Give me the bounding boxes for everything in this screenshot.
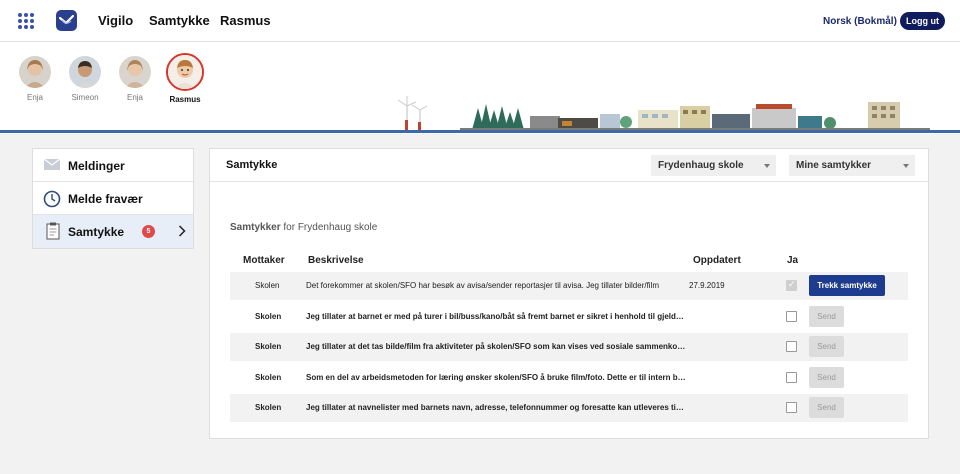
consent-checkbox[interactable] bbox=[786, 279, 797, 291]
sidebar: Meldinger Melde fravær Samtykke 5 bbox=[32, 148, 194, 249]
consent-checkbox[interactable] bbox=[786, 311, 797, 322]
avatar bbox=[69, 56, 101, 88]
avatar-selected bbox=[166, 53, 204, 91]
child-selector-rasmus[interactable]: Rasmus bbox=[164, 53, 206, 104]
consent-checkbox[interactable] bbox=[786, 372, 797, 383]
table-row: Skolen Det forekommer at skolen/SFO har … bbox=[230, 272, 908, 300]
column-header-description: Beskrivelse bbox=[308, 255, 364, 266]
column-header-updated: Oppdatert bbox=[693, 255, 741, 266]
sidebar-item-samtykke[interactable]: Samtykke 5 bbox=[33, 215, 193, 248]
send-button[interactable]: Send bbox=[809, 397, 844, 418]
school-select-value: Frydenhaug skole bbox=[658, 160, 744, 171]
vigilo-logo[interactable] bbox=[56, 10, 77, 31]
sidebar-item-label: Samtykke bbox=[68, 225, 125, 239]
avatar bbox=[119, 56, 151, 88]
caret-down-icon bbox=[764, 164, 770, 168]
nav-samtykke[interactable]: Samtykke bbox=[149, 13, 210, 28]
school-select[interactable]: Frydenhaug skole bbox=[651, 155, 776, 176]
panel-header: Samtykke Frydenhaug skole Mine samtykker bbox=[210, 149, 928, 182]
city-skyline-illustration bbox=[397, 96, 930, 130]
clipboard-icon bbox=[46, 222, 60, 243]
consent-checkbox[interactable] bbox=[786, 341, 797, 352]
language-selector[interactable]: Norsk (Bokmål) bbox=[823, 16, 897, 27]
envelope-icon bbox=[43, 157, 61, 174]
table-row: Skolen Som en del av arbeidsmetoden for … bbox=[230, 364, 908, 392]
consent-checkbox[interactable] bbox=[786, 402, 797, 413]
row-description: Jeg tillater at det tas bilde/film fra a… bbox=[306, 342, 686, 351]
row-recipient: Skolen bbox=[255, 373, 282, 382]
send-button[interactable]: Send bbox=[809, 367, 844, 388]
child-name: Simeon bbox=[71, 93, 99, 102]
sidebar-item-melde-fravaer[interactable]: Melde fravær bbox=[33, 182, 193, 215]
child-selector-simeon[interactable]: Simeon bbox=[65, 56, 105, 102]
row-recipient: Skolen bbox=[255, 403, 282, 412]
send-button[interactable]: Send bbox=[809, 306, 844, 327]
row-description: Det forekommer at skolen/SFO har besøk a… bbox=[306, 281, 660, 290]
consent-panel: Samtykke Frydenhaug skole Mine samtykker… bbox=[209, 148, 929, 439]
sidebar-item-label: Meldinger bbox=[68, 159, 125, 173]
send-button[interactable]: Send bbox=[809, 336, 844, 357]
row-recipient: Skolen bbox=[255, 342, 282, 351]
apps-grid-icon[interactable] bbox=[18, 13, 34, 29]
sidebar-item-label: Melde fravær bbox=[68, 192, 143, 206]
section-subtitle: Samtykker for Frydenhaug skole bbox=[230, 222, 378, 233]
column-header-yes: Ja bbox=[787, 255, 799, 266]
column-header-recipient: Mottaker bbox=[243, 255, 285, 266]
child-name: Enja bbox=[26, 93, 43, 102]
row-description: Jeg tillater at barnet er med på turer i… bbox=[306, 312, 686, 321]
nav-child-name[interactable]: Rasmus bbox=[220, 13, 271, 28]
sidebar-item-meldinger[interactable]: Meldinger bbox=[33, 149, 193, 182]
child-selector-enja[interactable]: Enja bbox=[15, 56, 55, 102]
row-description: Som en del av arbeidsmetoden for læring … bbox=[306, 373, 686, 382]
panel-title: Samtykke bbox=[226, 159, 278, 171]
row-description: Jeg tillater at navnelister med barnets … bbox=[306, 403, 686, 412]
filter-select[interactable]: Mine samtykker bbox=[789, 155, 915, 176]
table-row: Skolen Jeg tillater at det tas bilde/fil… bbox=[230, 333, 908, 361]
chevron-right-icon bbox=[178, 225, 186, 240]
row-updated: 27.9.2019 bbox=[689, 281, 725, 290]
avatar bbox=[19, 56, 51, 88]
withdraw-consent-button[interactable]: Trekk samtykke bbox=[809, 275, 885, 296]
filter-select-value: Mine samtykker bbox=[796, 160, 872, 171]
header-divider bbox=[0, 130, 960, 133]
table-row: Skolen Jeg tillater at barnet er med på … bbox=[230, 303, 908, 331]
child-selector-enja-2[interactable]: Enja bbox=[115, 56, 155, 102]
row-recipient: Skolen bbox=[255, 281, 280, 290]
caret-down-icon bbox=[903, 164, 909, 168]
nav-vigilo[interactable]: Vigilo bbox=[98, 13, 133, 28]
child-name: Rasmus bbox=[169, 95, 201, 104]
logout-button[interactable]: Logg ut bbox=[900, 12, 945, 30]
table-row: Skolen Jeg tillater at navnelister med b… bbox=[230, 394, 908, 422]
row-recipient: Skolen bbox=[255, 312, 282, 321]
top-bar: Vigilo Samtykke Rasmus Norsk (Bokmål) Lo… bbox=[0, 0, 960, 42]
clock-icon bbox=[43, 190, 61, 211]
count-badge: 5 bbox=[142, 225, 155, 238]
child-name: Enja bbox=[126, 93, 143, 102]
